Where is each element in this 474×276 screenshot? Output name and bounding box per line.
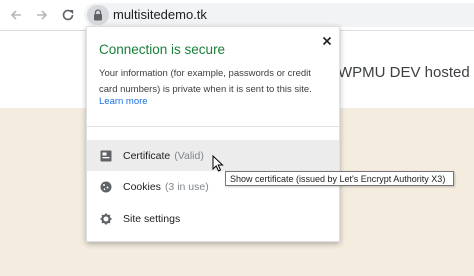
site-settings-item[interactable]: Site settings bbox=[87, 203, 339, 234]
connection-status-title: Connection is secure bbox=[99, 42, 226, 57]
divider bbox=[87, 126, 339, 127]
close-button[interactable] bbox=[319, 33, 335, 49]
site-settings-label: Site settings bbox=[123, 212, 181, 225]
address-bar[interactable]: multisitedemo.tk bbox=[84, 3, 474, 27]
site-info-button[interactable] bbox=[87, 5, 109, 25]
mouse-cursor-icon bbox=[212, 155, 224, 172]
page-heading: WPMU DEV hosted Wo bbox=[338, 64, 474, 81]
back-button[interactable] bbox=[6, 5, 26, 25]
reload-icon bbox=[62, 9, 74, 21]
cookie-icon bbox=[99, 180, 113, 194]
forward-button[interactable] bbox=[32, 5, 52, 25]
gear-icon bbox=[99, 212, 113, 226]
certificate-tooltip: Show certificate (issued by Let's Encryp… bbox=[225, 171, 454, 186]
arrow-right-icon bbox=[37, 10, 48, 20]
arrow-left-icon bbox=[10, 10, 21, 20]
url-text[interactable]: multisitedemo.tk bbox=[113, 7, 207, 22]
reload-button[interactable] bbox=[58, 5, 78, 25]
certificate-icon bbox=[99, 149, 113, 163]
close-icon bbox=[322, 36, 332, 46]
cookies-label: Cookies bbox=[123, 180, 161, 193]
site-info-popup: Connection is secure Your information (f… bbox=[86, 26, 340, 242]
connection-description: Your information (for example, passwords… bbox=[99, 68, 312, 95]
certificate-status: (Valid) bbox=[174, 149, 204, 162]
lock-icon bbox=[94, 9, 102, 21]
learn-more-link[interactable]: Learn more bbox=[99, 96, 148, 107]
certificate-label: Certificate bbox=[123, 149, 171, 162]
cookies-status: (3 in use) bbox=[164, 180, 209, 193]
